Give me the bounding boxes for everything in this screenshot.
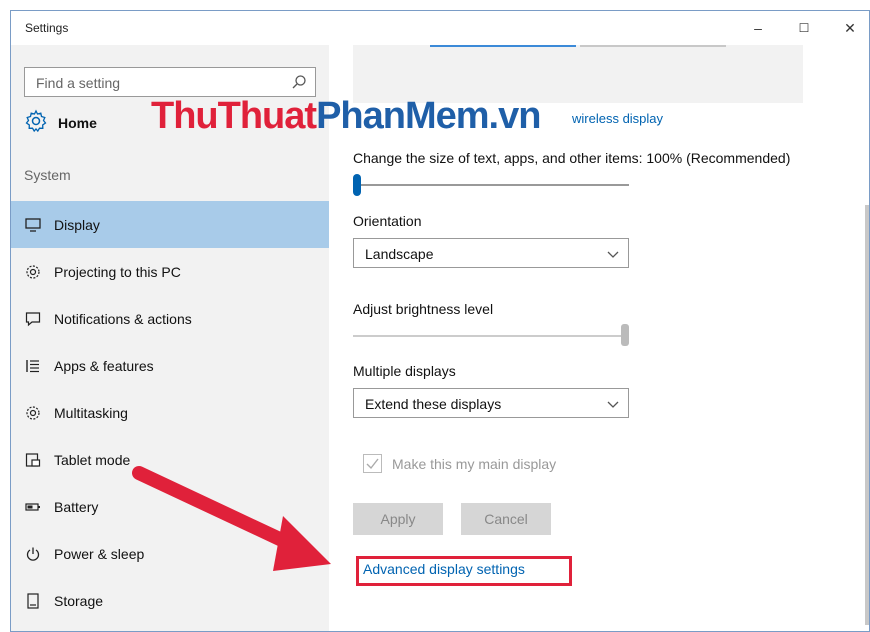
gear-icon xyxy=(24,109,48,138)
main-display-checkbox[interactable] xyxy=(363,454,382,473)
monitor-icon xyxy=(24,216,42,234)
close-button[interactable]: ✕ xyxy=(835,17,865,39)
sidebar-item-label: Display xyxy=(54,216,100,233)
battery-icon xyxy=(24,498,42,516)
sidebar-item-label: Tablet mode xyxy=(54,451,131,468)
scrollbar[interactable] xyxy=(865,205,869,625)
chevron-down-icon xyxy=(606,397,620,415)
sidebar-item-notifications[interactable]: Notifications & actions xyxy=(11,295,329,342)
gear-icon xyxy=(24,263,42,281)
list-icon xyxy=(24,357,42,375)
display-tab-indicator xyxy=(580,45,726,47)
storage-icon xyxy=(24,592,42,610)
sidebar-item-label: Power & sleep xyxy=(54,545,145,562)
sidebar-item-power[interactable]: Power & sleep xyxy=(11,530,329,577)
multiple-displays-label: Multiple displays xyxy=(353,363,456,379)
minimize-button[interactable]: – xyxy=(743,17,773,39)
scale-slider-track[interactable] xyxy=(353,184,629,186)
section-label-system: System xyxy=(24,167,71,183)
tablet-icon xyxy=(24,451,42,469)
orientation-value: Landscape xyxy=(365,246,434,262)
multiple-displays-select[interactable]: Extend these displays xyxy=(353,388,629,418)
sidebar-item-apps[interactable]: Apps & features xyxy=(11,342,329,389)
sidebar-item-label: Notifications & actions xyxy=(54,310,192,327)
sidebar-item-tablet[interactable]: Tablet mode xyxy=(11,436,329,483)
maximize-button[interactable]: ☐ xyxy=(789,17,819,39)
title-bar: Settings – ☐ ✕ xyxy=(11,11,869,45)
sidebar-item-label: Storage xyxy=(54,592,104,609)
search-placeholder: Find a setting xyxy=(36,75,121,91)
brightness-slider-track[interactable] xyxy=(353,335,629,337)
display-tab-indicator xyxy=(430,45,576,47)
brightness-label: Adjust brightness level xyxy=(353,301,494,317)
watermark-logo: ThuThuatPhanMem.vn xyxy=(151,95,541,137)
speech-bubble-icon xyxy=(24,310,42,328)
multiple-displays-value: Extend these displays xyxy=(365,396,502,412)
sidebar-item-display[interactable]: Display xyxy=(11,201,329,248)
home-label: Home xyxy=(58,115,97,131)
annotation-highlight-box xyxy=(356,556,572,586)
power-icon xyxy=(24,545,42,563)
wireless-display-link[interactable]: wireless display xyxy=(572,111,663,126)
search-input[interactable]: Find a setting xyxy=(24,67,316,97)
sidebar-item-label: Apps & features xyxy=(54,357,154,374)
sidebar-item-label: Battery xyxy=(54,498,99,515)
sidebar-item-label: Projecting to this PC xyxy=(54,263,181,280)
brightness-slider-thumb[interactable] xyxy=(621,324,629,346)
scale-slider-thumb[interactable] xyxy=(353,174,361,196)
gear-icon xyxy=(24,404,42,422)
cancel-button[interactable]: Cancel xyxy=(461,503,551,535)
sidebar-item-storage[interactable]: Storage xyxy=(11,577,329,624)
orientation-label: Orientation xyxy=(353,213,422,229)
chevron-down-icon xyxy=(606,247,620,265)
main-display-label: Make this my main display xyxy=(392,456,557,472)
sidebar-item-projecting[interactable]: Projecting to this PC xyxy=(11,248,329,295)
sidebar-item-multitasking[interactable]: Multitasking xyxy=(11,389,329,436)
settings-window: Settings – ☐ ✕ Find a setting Home Syste… xyxy=(10,10,870,632)
window-title: Settings xyxy=(25,21,69,35)
nav-list: Display Projecting to this PC Notificati… xyxy=(11,201,329,624)
apply-button[interactable]: Apply xyxy=(353,503,443,535)
search-icon xyxy=(291,74,307,95)
sidebar-item-label: Multitasking xyxy=(54,404,128,421)
scale-label: Change the size of text, apps, and other… xyxy=(353,150,791,166)
checkmark-icon xyxy=(364,458,381,476)
sidebar-item-battery[interactable]: Battery xyxy=(11,483,329,530)
orientation-select[interactable]: Landscape xyxy=(353,238,629,268)
home-link[interactable]: Home xyxy=(24,109,97,138)
